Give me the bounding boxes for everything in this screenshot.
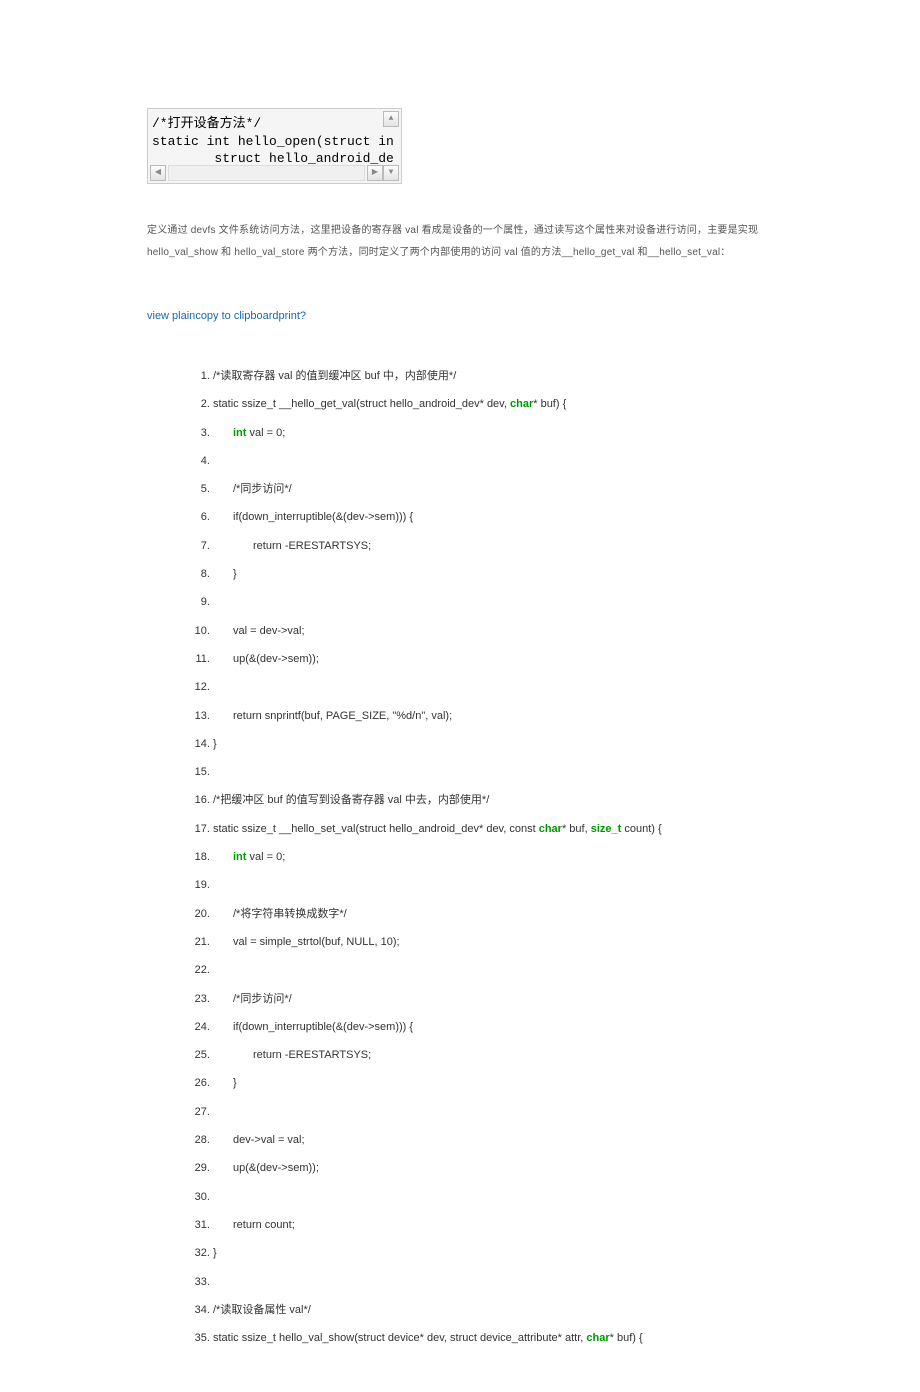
code-line: } [213, 560, 773, 588]
scroll-up-icon[interactable]: ▲ [383, 111, 399, 127]
description-text: 定义通过 devfs 文件系统访问方法，这里把设备的寄存器 val 看成是设备的… [147, 220, 773, 264]
code-line: } [213, 730, 773, 758]
scroll-track-horizontal[interactable] [168, 165, 365, 181]
code-line: } [213, 1239, 773, 1267]
code-line: } [213, 1069, 773, 1097]
scroll-right-icon[interactable]: ▶ [367, 165, 383, 181]
code-tools-links: view plaincopy to clipboardprint? [147, 310, 773, 322]
code-line: /*把缓冲区 buf 的值写到设备寄存器 val 中去，内部使用*/ [213, 786, 773, 814]
code-line: return snprintf(buf, PAGE_SIZE, "%d/n", … [213, 702, 773, 730]
code-line: /*读取设备属性 val*/ [213, 1296, 773, 1324]
code-line [213, 758, 773, 786]
code-line: static ssize_t hello_val_show(struct dev… [213, 1324, 773, 1352]
code-line [213, 1098, 773, 1126]
code-line: val = dev->val; [213, 617, 773, 645]
code-line: static ssize_t __hello_get_val(struct he… [213, 390, 773, 418]
code-line [213, 447, 773, 475]
code-line: if(down_interruptible(&(dev->sem))) { [213, 503, 773, 531]
scroll-left-icon[interactable]: ◀ [150, 165, 166, 181]
code-line: up(&(dev->sem)); [213, 645, 773, 673]
code-line [213, 956, 773, 984]
code-line: dev->val = val; [213, 1126, 773, 1154]
code-line: /*同步访问*/ [213, 985, 773, 1013]
code-line: int val = 0; [213, 419, 773, 447]
code-line [213, 673, 773, 701]
code-line [213, 588, 773, 616]
help-link[interactable]: ? [300, 310, 306, 322]
code-preview-box: /*打开设备方法*/ static int hello_open(struct … [147, 108, 402, 184]
code-line: return -ERESTARTSYS; [213, 1041, 773, 1069]
code-line [213, 1268, 773, 1296]
code-line: static ssize_t __hello_set_val(struct he… [213, 815, 773, 843]
print-link[interactable]: print [278, 310, 299, 322]
code-line: return -ERESTARTSYS; [213, 532, 773, 560]
code-line [213, 871, 773, 899]
view-plain-link[interactable]: view plain [147, 310, 195, 322]
code-line: if(down_interruptible(&(dev->sem))) { [213, 1013, 773, 1041]
code-line [213, 1183, 773, 1211]
code-line: int val = 0; [213, 843, 773, 871]
code-line: return count; [213, 1211, 773, 1239]
code-list: /*读取寄存器 val 的值到缓冲区 buf 中，内部使用*/static ss… [147, 362, 773, 1352]
code-line: /*将字符串转换成数字*/ [213, 900, 773, 928]
code-line: /*读取寄存器 val 的值到缓冲区 buf 中，内部使用*/ [213, 362, 773, 390]
code-line: /*同步访问*/ [213, 475, 773, 503]
copy-clipboard-link[interactable]: copy to clipboard [195, 310, 278, 322]
scroll-down-icon[interactable]: ▼ [383, 165, 399, 181]
code-line: up(&(dev->sem)); [213, 1154, 773, 1182]
code-line: val = simple_strtol(buf, NULL, 10); [213, 928, 773, 956]
